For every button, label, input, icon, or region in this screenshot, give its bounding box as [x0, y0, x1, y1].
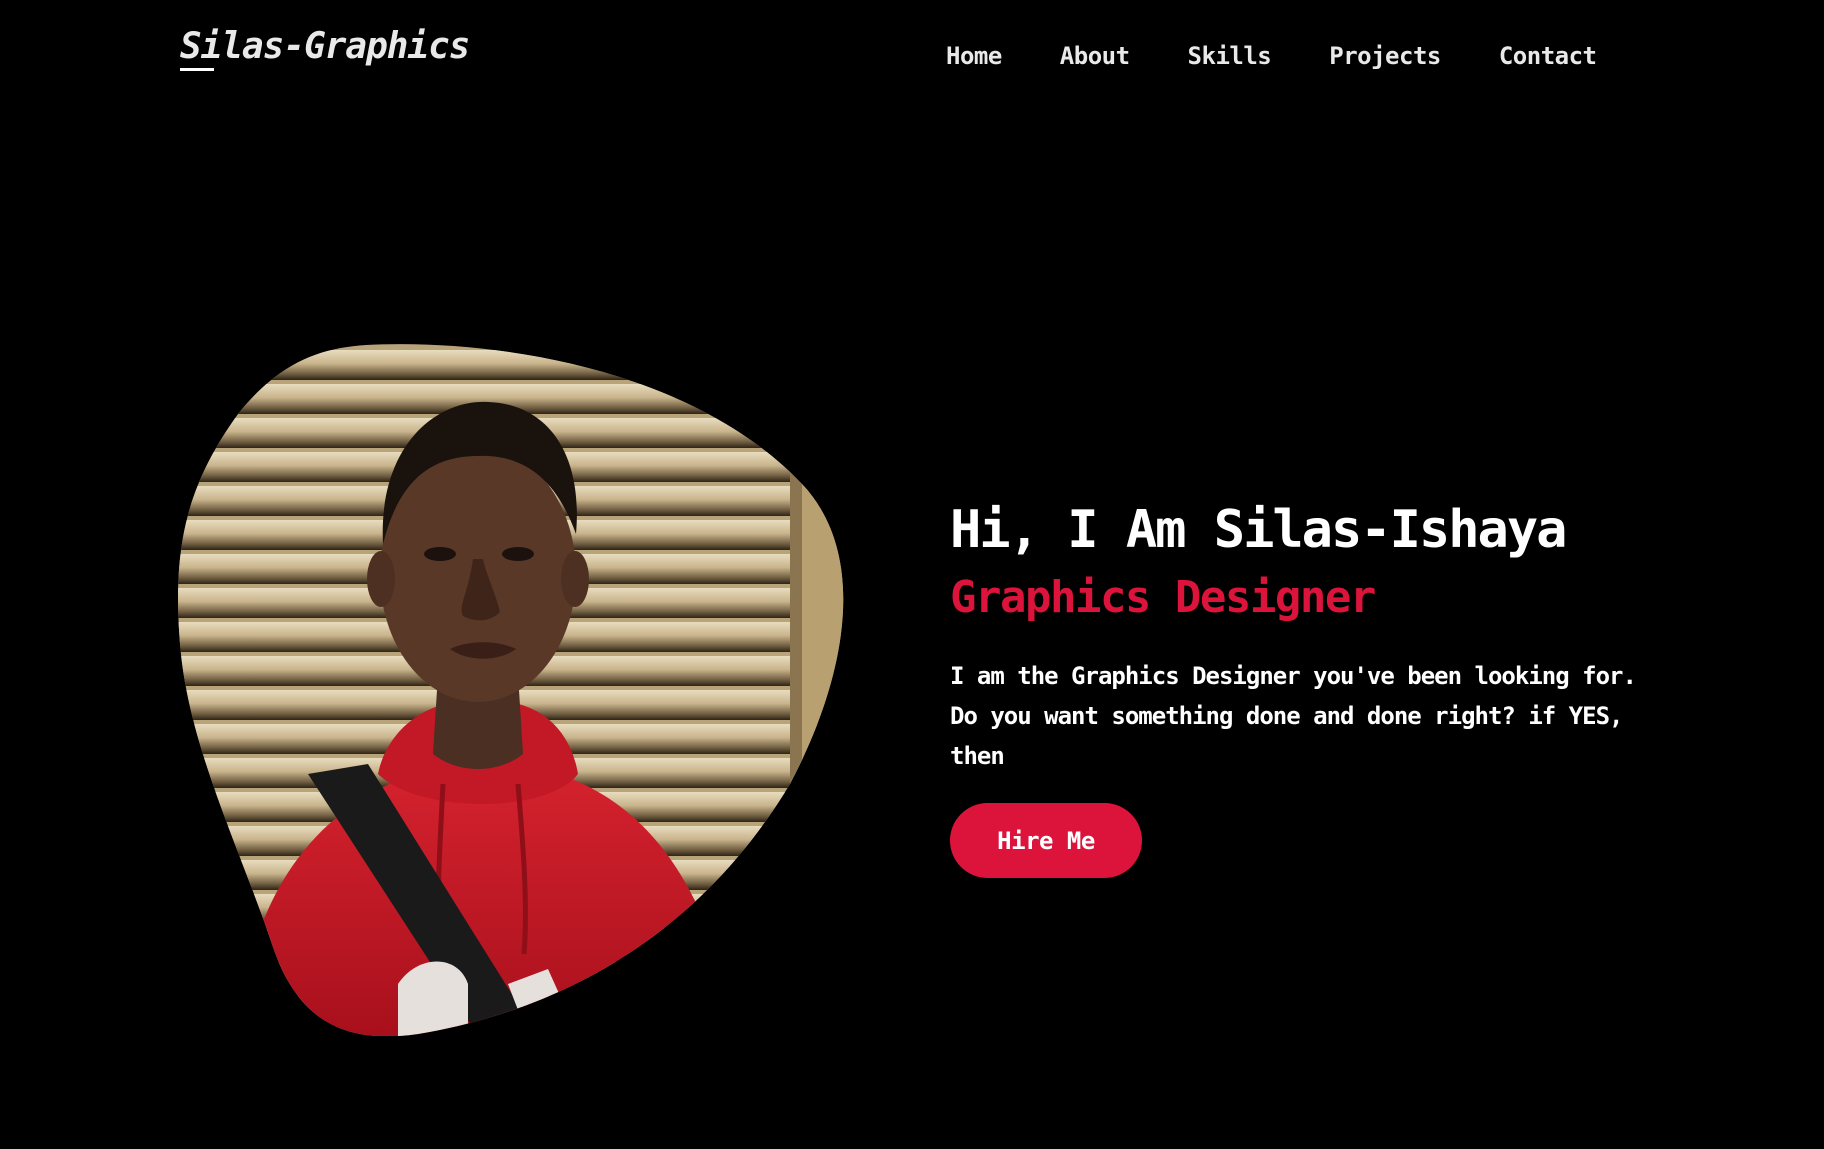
- nav-home[interactable]: Home: [946, 42, 1002, 70]
- hero-description: I am the Graphics Designer you've been l…: [950, 662, 1637, 770]
- logo-link[interactable]: Silas-Graphics: [180, 26, 470, 67]
- main-nav: Home About Skills Projects Contact: [946, 42, 1597, 70]
- logo-underline: [180, 68, 214, 71]
- nav-contact[interactable]: Contact: [1499, 42, 1597, 70]
- nav-projects[interactable]: Projects: [1329, 42, 1441, 70]
- hero-title: Hi, I Am Silas-Ishaya: [950, 500, 1567, 560]
- hire-me-button[interactable]: Hire Me: [950, 803, 1142, 878]
- hero-subtitle: Graphics Designer: [950, 572, 1376, 623]
- nav-about[interactable]: About: [1060, 42, 1130, 70]
- nav-skills[interactable]: Skills: [1188, 42, 1272, 70]
- page: Silas-Graphics Home About Skills Project…: [0, 0, 1824, 1149]
- profile-photo: [178, 344, 844, 1036]
- portrait-photo-icon: [178, 344, 844, 1036]
